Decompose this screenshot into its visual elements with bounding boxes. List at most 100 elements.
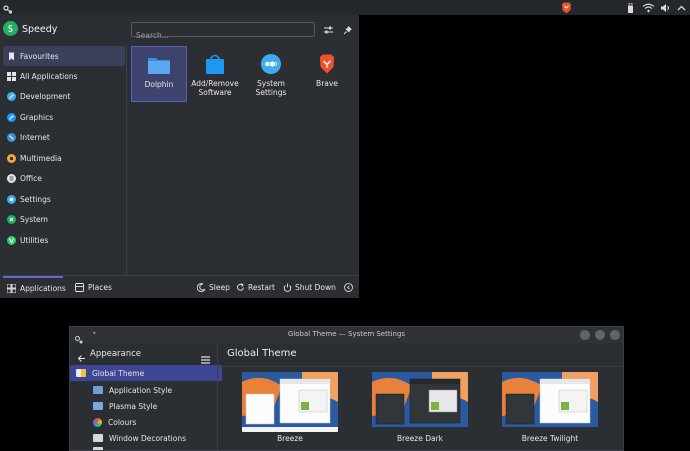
page-title: Global Theme	[227, 348, 297, 359]
category-label: All Applications	[20, 71, 78, 81]
close-button[interactable]	[610, 330, 620, 340]
sleep-label: Sleep	[209, 282, 230, 292]
sleep-button[interactable]: Sleep	[196, 276, 230, 298]
discover-bag-icon	[204, 53, 226, 75]
category-label: Internet	[20, 132, 50, 142]
launcher-footer: Applications Places Sleep Restart Shut D…	[0, 275, 359, 298]
grid-icon	[6, 71, 16, 81]
category-system[interactable]: System	[3, 209, 125, 229]
sidebar-item-global-theme[interactable]: Global Theme	[70, 365, 222, 381]
system-settings-icon	[260, 53, 282, 75]
applications-grid-icon	[7, 283, 16, 293]
graphics-icon	[6, 112, 16, 122]
settings-main: Global Theme Breeze Breeze Dark Breeze T…	[218, 343, 623, 450]
favourite-label: Add/Remove Software	[191, 79, 239, 97]
colours-icon	[93, 417, 102, 427]
internet-icon	[6, 132, 16, 142]
application-style-icon	[93, 386, 103, 394]
brave-tray-icon[interactable]	[560, 1, 572, 14]
minimize-button[interactable]	[580, 330, 590, 340]
favourite-add-remove-software[interactable]: Add/Remove Software	[187, 46, 243, 102]
category-multimedia[interactable]: Multimedia	[3, 148, 125, 168]
launcher-header: Speedy	[0, 15, 359, 45]
restart-icon	[235, 282, 245, 292]
category-label: Office	[20, 173, 42, 183]
window-title: Global Theme — System Settings	[287, 330, 406, 338]
username: Speedy	[22, 24, 58, 35]
theme-label: Breeze Twilight	[521, 434, 579, 443]
favourite-label: System Settings	[255, 79, 287, 97]
top-panel	[0, 0, 690, 15]
office-icon	[6, 173, 16, 183]
category-office[interactable]: Office	[3, 168, 125, 188]
theme-card-breeze-dark[interactable]: Breeze Dark	[372, 372, 468, 443]
volume-icon[interactable]	[659, 1, 671, 14]
restart-label: Restart	[248, 282, 275, 292]
category-settings[interactable]: Settings	[3, 189, 125, 209]
tab-places[interactable]: Places	[74, 276, 112, 298]
theme-preview-breeze	[242, 372, 338, 432]
search-field[interactable]	[131, 22, 315, 42]
power-icon	[282, 282, 292, 292]
category-label: Multimedia	[20, 153, 62, 163]
global-theme-icon	[76, 369, 86, 377]
category-favourites[interactable]: Favourites	[3, 46, 125, 66]
search-input[interactable]	[132, 29, 314, 42]
sidebar-item-application-style[interactable]: Application Style	[70, 382, 239, 398]
restart-button[interactable]: Restart	[235, 276, 275, 298]
shutdown-label: Shut Down	[295, 282, 336, 292]
utilities-icon	[6, 235, 16, 245]
folder-icon	[148, 54, 170, 76]
category-development[interactable]: Development	[3, 86, 125, 106]
kde-launcher-icon[interactable]	[2, 1, 14, 14]
category-label: Favourites	[20, 51, 59, 61]
window-titlebar[interactable]: • Global Theme — System Settings	[70, 327, 623, 344]
next-item-icon	[93, 447, 103, 450]
sidebar-item-label: Global Theme	[92, 368, 145, 378]
sidebar-item-label: Window Decorations	[109, 433, 187, 443]
theme-card-breeze[interactable]: Breeze	[242, 372, 338, 443]
sleep-icon	[196, 282, 206, 292]
sidebar-item-label: Application Style	[109, 385, 173, 395]
removable-drive-icon[interactable]	[625, 1, 635, 14]
leave-button[interactable]	[343, 276, 356, 298]
maximize-button[interactable]	[595, 330, 605, 340]
application-launcher: Speedy Favourites All Applications Devel…	[0, 15, 359, 298]
leave-chevron-icon	[343, 282, 353, 292]
shutdown-button[interactable]: Shut Down	[282, 276, 336, 298]
chevron-up-icon[interactable]	[675, 1, 687, 14]
sidebar-item-window-decorations[interactable]: Window Decorations	[70, 430, 239, 446]
category-label: Graphics	[20, 112, 54, 122]
header-separator	[218, 366, 623, 367]
sidebar-item-colours[interactable]: Colours	[70, 414, 239, 430]
category-label: System	[20, 214, 48, 224]
favourite-brave[interactable]: Brave	[299, 46, 355, 102]
plasma-style-icon	[93, 402, 103, 410]
sidebar-title: Appearance	[90, 349, 142, 359]
category-graphics[interactable]: Graphics	[3, 107, 125, 127]
favourite-system-settings[interactable]: System Settings	[243, 46, 299, 102]
category-internet[interactable]: Internet	[3, 127, 125, 147]
system-settings-window: • Global Theme — System Settings Appeara…	[69, 326, 624, 451]
theme-card-breeze-twilight[interactable]: Breeze Twilight	[502, 372, 598, 443]
favourite-dolphin[interactable]: Dolphin	[131, 46, 187, 102]
category-list: Favourites All Applications Development …	[0, 45, 127, 275]
bookmark-icon	[6, 51, 16, 61]
avatar[interactable]	[3, 21, 18, 36]
tab-label: Applications	[20, 283, 66, 293]
favourite-label: Brave	[316, 79, 338, 88]
sidebar-item-plasma-style[interactable]: Plasma Style	[70, 398, 239, 414]
theme-preview-breeze-dark	[372, 372, 468, 432]
configure-sliders-icon[interactable]	[320, 22, 336, 37]
settings-icon	[6, 194, 16, 204]
tab-applications[interactable]: Applications	[3, 276, 66, 298]
category-all-applications[interactable]: All Applications	[3, 66, 125, 86]
favourites-grid: Dolphin Add/Remove Software System Setti…	[128, 45, 359, 275]
theme-label: Breeze Dark	[396, 434, 444, 443]
wifi-icon[interactable]	[641, 1, 655, 14]
category-label: Utilities	[20, 235, 49, 245]
category-label: Settings	[20, 194, 51, 204]
pin-icon[interactable]	[340, 22, 356, 37]
category-utilities[interactable]: Utilities	[3, 230, 125, 250]
sidebar-item-label: Plasma Style	[109, 401, 158, 411]
